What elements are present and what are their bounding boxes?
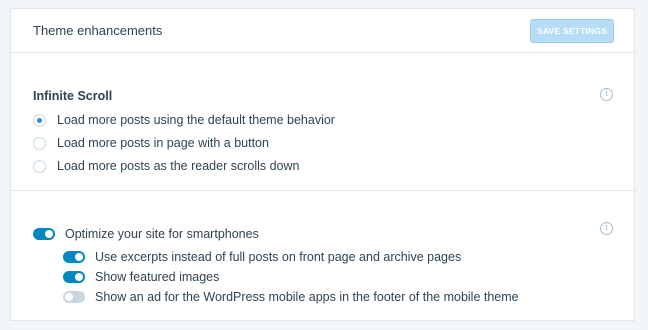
mobile-app-ad-toggle[interactable] [63, 291, 85, 303]
mobile-app-ad-toggle-row[interactable]: Show an ad for the WordPress mobile apps… [63, 289, 519, 305]
radio-label: Load more posts using the default theme … [57, 113, 335, 127]
featured-images-toggle[interactable] [63, 271, 85, 283]
toggle-label: Use excerpts instead of full posts on fr… [95, 250, 462, 264]
info-icon[interactable]: i [600, 222, 613, 235]
radio-option-button[interactable]: Load more posts in page with a button [33, 135, 269, 151]
radio-button-selected[interactable] [33, 113, 46, 127]
featured-images-toggle-row[interactable]: Show featured images [63, 269, 219, 285]
radio-button[interactable] [33, 136, 46, 150]
radio-button[interactable] [33, 159, 46, 173]
radio-option-scroll[interactable]: Load more posts as the reader scrolls do… [33, 158, 300, 174]
optimize-smartphones-toggle[interactable] [33, 228, 55, 240]
radio-label: Load more posts in page with a button [57, 136, 269, 150]
infinite-scroll-section: i Infinite Scroll Load more posts using … [11, 54, 634, 191]
mobile-section: i Optimize your site for smartphones Use… [11, 192, 634, 321]
use-excerpts-toggle[interactable] [63, 251, 85, 263]
radio-option-default[interactable]: Load more posts using the default theme … [33, 112, 335, 128]
card-header: Theme enhancements SAVE SETTINGS [11, 9, 634, 53]
card-title: Theme enhancements [33, 23, 163, 38]
toggle-label: Show an ad for the WordPress mobile apps… [95, 290, 519, 304]
toggle-label: Show featured images [95, 270, 220, 284]
save-settings-button[interactable]: SAVE SETTINGS [530, 19, 614, 43]
radio-label: Load more posts as the reader scrolls do… [57, 159, 300, 173]
toggle-label: Optimize your site for smartphones [65, 227, 259, 241]
theme-enhancements-card: Theme enhancements SAVE SETTINGS i Infin… [10, 8, 635, 321]
infinite-scroll-heading: Infinite Scroll [33, 89, 113, 103]
info-icon[interactable]: i [600, 88, 613, 101]
use-excerpts-toggle-row[interactable]: Use excerpts instead of full posts on fr… [63, 249, 461, 265]
optimize-smartphones-toggle-row[interactable]: Optimize your site for smartphones [33, 226, 259, 242]
